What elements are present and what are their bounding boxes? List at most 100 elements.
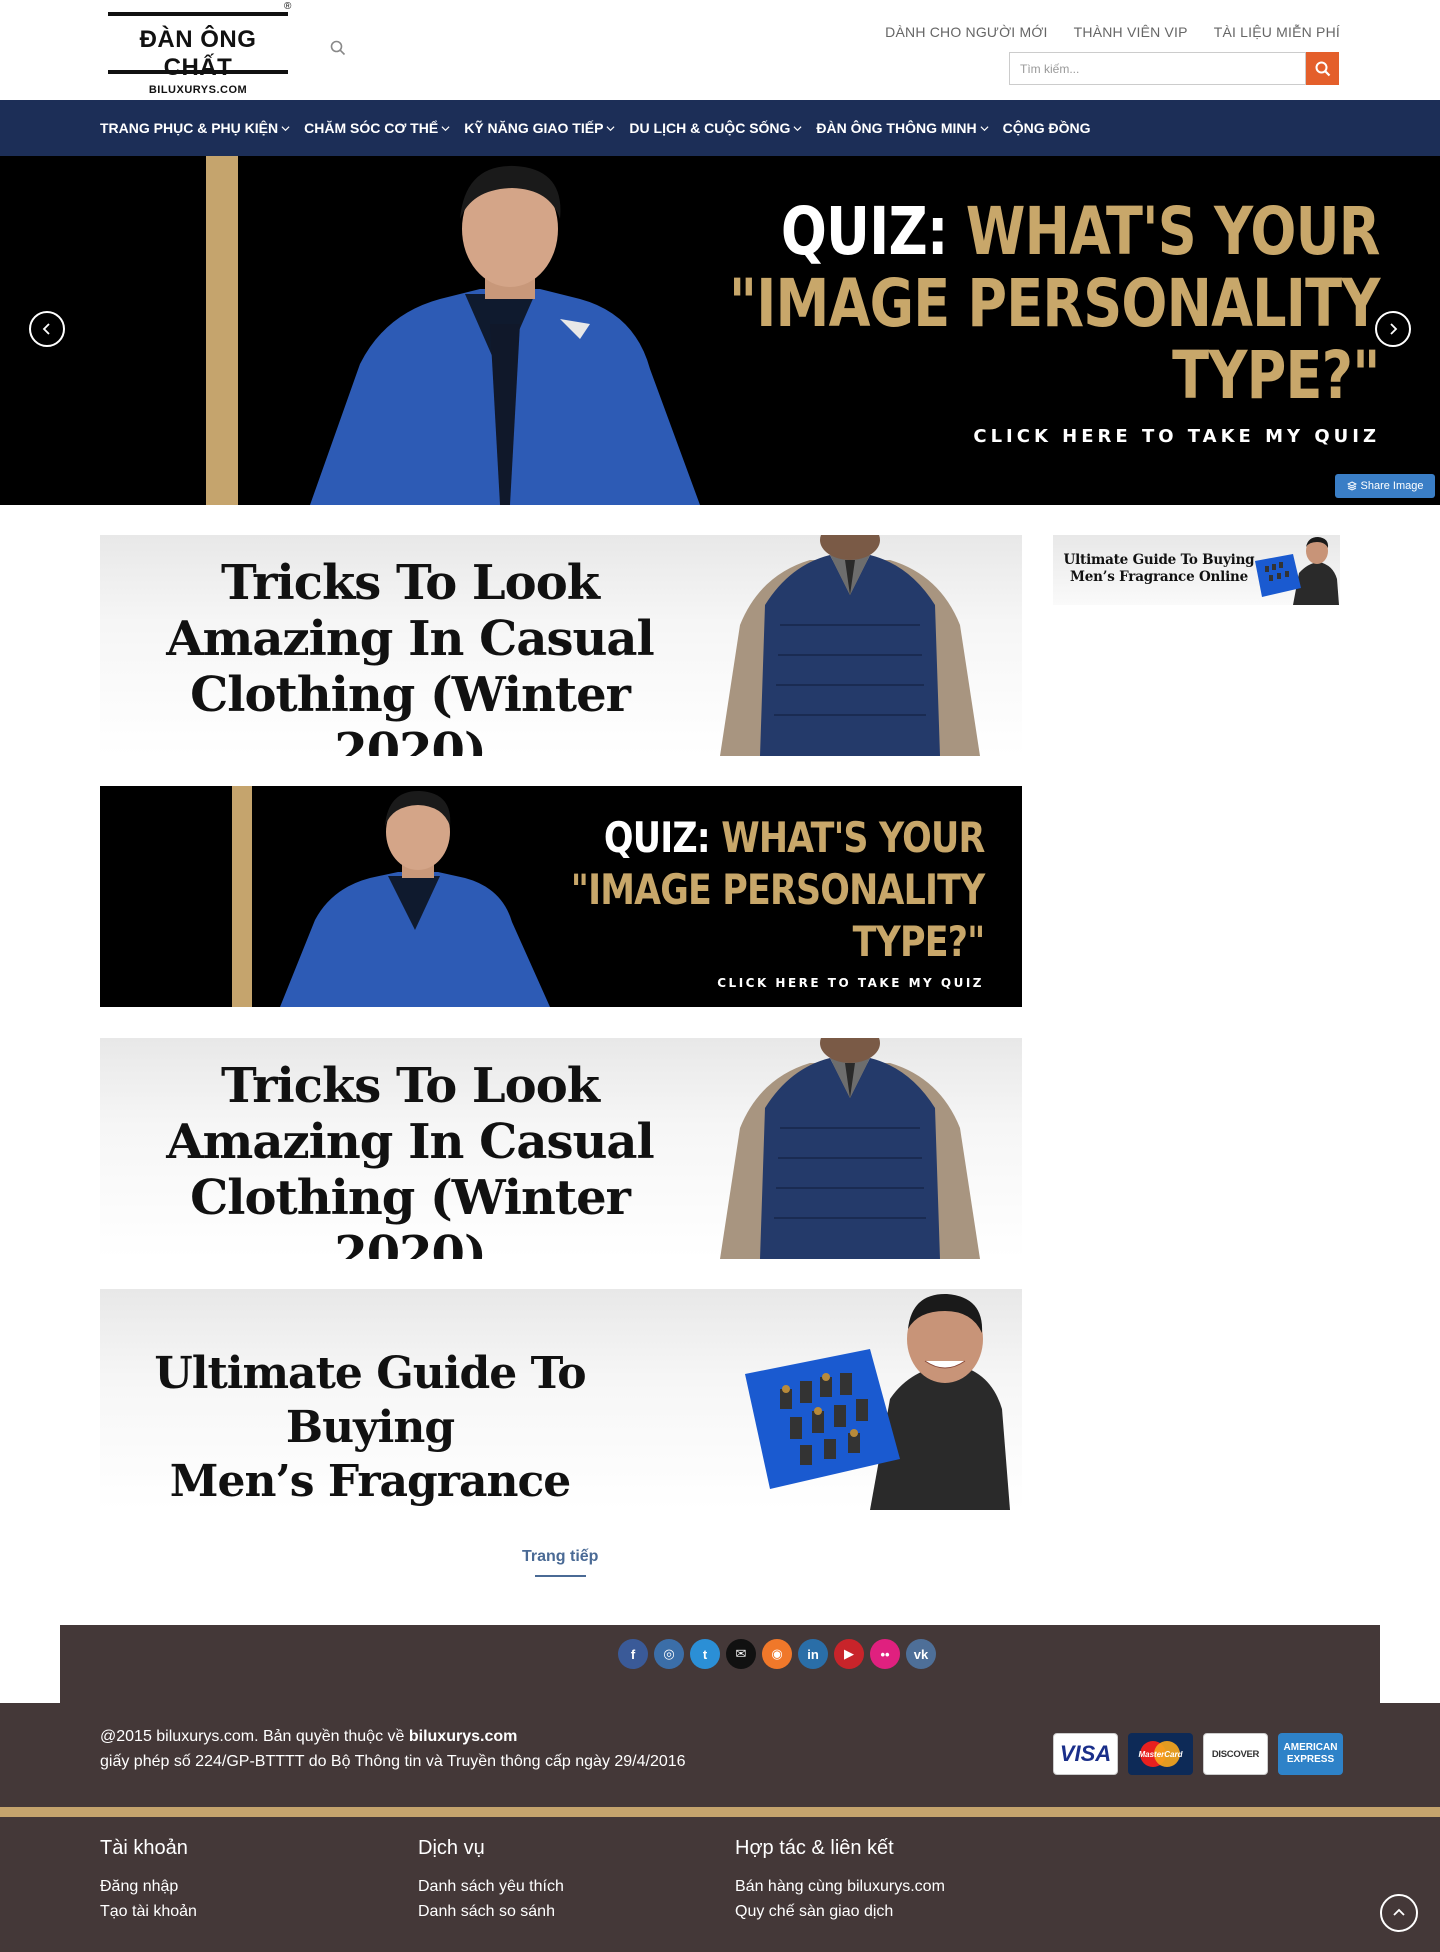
wishlist-link[interactable]: Danh sách yêu thích [418, 1874, 564, 1899]
discover-card-label: DISCOVER [1211, 1748, 1260, 1760]
banner-title-line: Clothing (Winter 2020) [190, 1170, 631, 1259]
chevron-down-icon [281, 125, 290, 131]
banner-title-line: Tricks To Look [221, 1058, 600, 1114]
hero-gold-stripe [206, 156, 238, 505]
hero-quiz-line2: "IMAGE PERSONALITY [729, 265, 1381, 342]
main-navigation: TRANG PHỤC & PHỤ KIỆN CHĂM SÓC CƠ THỂ KỸ… [0, 100, 1440, 156]
fragrance-man-image [745, 1293, 1010, 1510]
banner-quiz-line2: "IMAGE PERSONALITY [570, 865, 985, 914]
slider-prev-button[interactable] [29, 311, 65, 347]
hero-cta: CLICK HERE TO TAKE MY QUIZ [973, 426, 1380, 447]
nav-item-communication[interactable]: KỸ NĂNG GIAO TIẾP [464, 120, 615, 136]
slider-next-button[interactable] [1375, 311, 1411, 347]
flickr-icon[interactable]: •• [870, 1639, 900, 1669]
nav-item-label: DU LỊCH & CUỘC SỐNG [629, 120, 791, 136]
chevron-down-icon [606, 125, 615, 131]
post-banner-quiz[interactable]: QUIZ: WHAT'S YOUR "IMAGE PERSONALITY TYP… [100, 786, 1022, 1007]
nav-item-label: TRANG PHỤC & PHỤ KIỆN [100, 120, 279, 136]
login-link[interactable]: Đăng nhập [100, 1874, 197, 1899]
footer-col-title: Hợp tác & liên kết [735, 1837, 894, 1859]
banner-title-line: Clothing (Winter 2020) [190, 667, 631, 756]
share-image-button[interactable]: Share Image [1335, 474, 1435, 498]
banner-title: Tricks To Look Amazing In Casual Clothin… [120, 1058, 700, 1259]
linkedin-icon[interactable]: in [798, 1639, 828, 1669]
copyright-prefix: @2015 biluxurys.com. Bản quyền thuộc về [100, 1728, 409, 1745]
hero-slider[interactable]: QUIZ: WHAT'S YOUR "IMAGE PERSONALITY TYP… [0, 156, 1440, 505]
register-link[interactable]: Tạo tài khoản [100, 1899, 197, 1924]
copyright-brand: biluxurys.com [408, 1728, 518, 1745]
search-input[interactable] [1010, 53, 1305, 84]
top-link-new-users[interactable]: DÀNH CHO NGƯỜI MỚI [885, 24, 1047, 40]
footer-col-account: Tài khoản Đăng nhập Tạo tài khoản [100, 1837, 197, 1924]
mastercard-icon: MasterCard [1128, 1733, 1193, 1775]
footer-col-services: Dịch vụ Danh sách yêu thích Danh sách so… [418, 1837, 564, 1924]
search-button[interactable] [1306, 52, 1339, 85]
payment-cards: VISA MasterCard DISCOVER AMERICAN EXPRES… [1053, 1733, 1343, 1775]
banner-title: Ultimate Guide To Buying Men’s Fragrance… [110, 1347, 630, 1510]
hero-quiz-text: QUIZ: WHAT'S YOUR "IMAGE PERSONALITY TYP… [586, 193, 1381, 448]
visa-card-label: VISA [1059, 1741, 1112, 1766]
nav-item-label: KỸ NĂNG GIAO TIẾP [464, 120, 604, 136]
chevron-down-icon [441, 125, 450, 131]
banner-title-line: Ultimate Guide To Buying [154, 1348, 586, 1453]
instagram-icon[interactable]: ◎ [654, 1639, 684, 1669]
email-icon[interactable]: ✉ [726, 1639, 756, 1669]
amex-card-label: AMERICAN EXPRESS [1283, 1742, 1338, 1765]
vk-icon[interactable]: vk [906, 1639, 936, 1669]
post-banner-casual-clothing-2[interactable]: Tricks To Look Amazing In Casual Clothin… [100, 1038, 1022, 1259]
sidebar-ad-title-line: Men’s Fragrance Online [1069, 569, 1248, 585]
nav-item-clothing[interactable]: TRANG PHỤC & PHỤ KIỆN [100, 120, 290, 136]
search-field [1009, 52, 1306, 85]
hero-quiz-label: QUIZ: [781, 193, 949, 270]
nav-item-community[interactable]: CỘNG ĐỒNG [1003, 120, 1091, 136]
site-header: ĐÀN ÔNG CHẤT ® BILUXURYS.COM DÀNH CHO NG… [0, 0, 1440, 100]
compare-list-link[interactable]: Danh sách so sánh [418, 1899, 564, 1924]
top-link-free-docs[interactable]: TÀI LIỆU MIỄN PHÍ [1214, 24, 1340, 40]
rss-icon[interactable]: ◉ [762, 1639, 792, 1669]
nav-item-smart-men[interactable]: ĐÀN ÔNG THÔNG MINH [816, 120, 989, 136]
banner-quiz-text: QUIZ: WHAT'S YOUR "IMAGE PERSONALITY TYP… [486, 812, 985, 990]
chevron-down-icon [793, 125, 802, 131]
sidebar-ad-fragrance[interactable]: Ultimate Guide To Buying Men’s Fragrance… [1053, 535, 1340, 605]
banner-title-line: Amazing In Casual [166, 611, 654, 667]
post-banner-casual-clothing[interactable]: Tricks To Look Amazing In Casual Clothin… [100, 535, 1022, 756]
mastercard-label: MasterCard [1138, 1749, 1183, 1759]
post-banner-fragrance[interactable]: Ultimate Guide To Buying Men’s Fragrance… [100, 1289, 1022, 1510]
visa-card-icon: VISA [1053, 1733, 1118, 1775]
footer-col-title: Tài khoản [100, 1837, 188, 1859]
footer-copyright-section: @2015 biluxurys.com. Bản quyền thuộc về … [0, 1703, 1440, 1807]
sidebar-ad-title-line: Ultimate Guide To Buying [1063, 552, 1255, 568]
sell-with-us-link[interactable]: Bán hàng cùng biluxurys.com [735, 1874, 945, 1899]
vest-man-image [720, 1038, 980, 1259]
copyright-text: @2015 biluxurys.com. Bản quyền thuộc về … [100, 1724, 686, 1774]
nav-item-body-care[interactable]: CHĂM SÓC CƠ THỂ [304, 120, 450, 136]
banner-quiz-cta: CLICK HERE TO TAKE MY QUIZ [717, 976, 984, 990]
facebook-icon[interactable]: f [618, 1639, 648, 1669]
logo-title: ĐÀN ÔNG CHẤT [139, 26, 257, 81]
share-image-label: Share Image [1360, 480, 1424, 492]
logo-registered-mark: ® [284, 1, 292, 12]
nav-menu: TRANG PHỤC & PHỤ KIỆN CHĂM SÓC CƠ THỂ KỸ… [100, 100, 1091, 156]
back-to-top-button[interactable] [1380, 1894, 1418, 1932]
chevron-left-icon [42, 323, 50, 335]
nav-item-label: CHĂM SÓC CƠ THỂ [304, 120, 439, 136]
top-link-vip[interactable]: THÀNH VIÊN VIP [1074, 24, 1188, 40]
discover-card-icon: DISCOVER [1203, 1733, 1268, 1775]
nav-item-travel-life[interactable]: DU LỊCH & CUỘC SỐNG [629, 120, 802, 136]
banner-quiz-line3: TYPE?" [852, 917, 985, 966]
site-logo[interactable]: ĐÀN ÔNG CHẤT ® BILUXURYS.COM [108, 1, 291, 100]
next-page-link[interactable]: Trang tiếp [522, 1548, 598, 1566]
logo-subtitle: BILUXURYS.COM [148, 84, 248, 96]
sidebar-ad-man-image [1255, 537, 1339, 605]
hero-quiz-line1: WHAT'S YOUR [966, 193, 1381, 270]
banner-title-line: Amazing In Casual [166, 1114, 654, 1170]
license-text: giấy phép số 224/GP-BTTTT do Bộ Thông ti… [100, 1753, 686, 1770]
footer-gold-divider [0, 1807, 1440, 1817]
banner-title-line: Tricks To Look [221, 555, 600, 611]
footer-social-bar: f ◎ t ✉ ◉ in ▶ •• vk [60, 1625, 1380, 1703]
youtube-icon[interactable]: ▶ [834, 1639, 864, 1669]
marketplace-rules-link[interactable]: Quy chế sàn giao dịch [735, 1899, 945, 1924]
next-page-underline [535, 1575, 586, 1577]
search-icon[interactable] [330, 40, 346, 56]
twitter-icon[interactable]: t [690, 1639, 720, 1669]
